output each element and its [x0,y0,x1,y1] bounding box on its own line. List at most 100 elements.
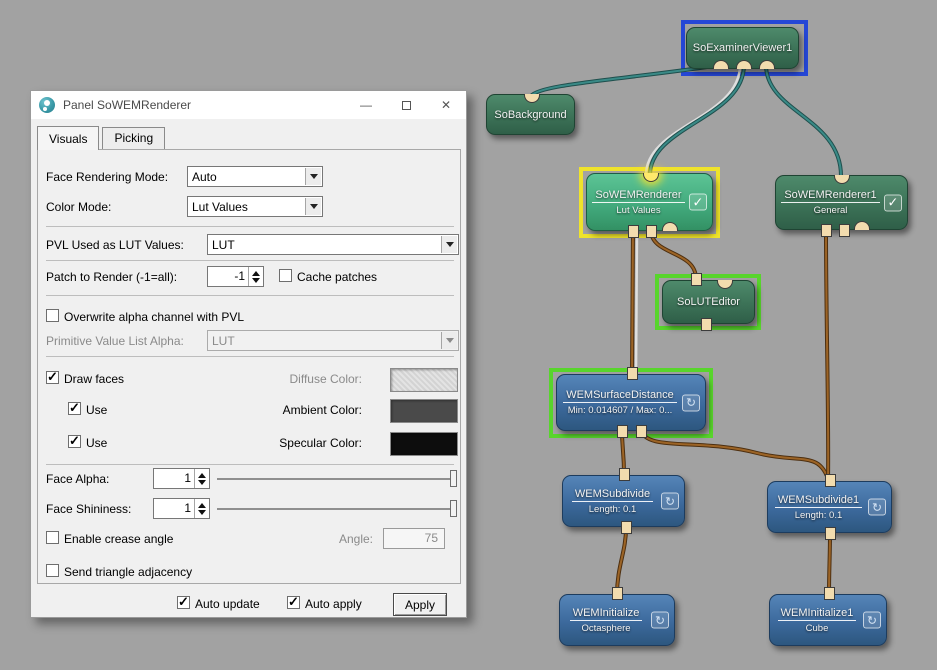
face-rendering-mode-label: Face Rendering Mode: [46,170,168,184]
ambient-color-label: Ambient Color: [218,403,362,417]
step-down-icon [198,510,206,519]
wire-weminitialize-wemsubdivide[interactable] [617,528,626,595]
face-rendering-mode-select[interactable]: Auto [187,166,323,187]
input-connector[interactable] [636,425,647,438]
separator [46,295,454,296]
input-connector[interactable] [736,60,752,69]
tab-picking[interactable]: Picking [102,127,165,149]
input-connector[interactable] [839,224,850,237]
stepper-buttons[interactable] [194,469,209,488]
draw-faces-checkbox[interactable] [46,371,59,384]
chevron-down-icon[interactable] [305,198,321,215]
input-connector[interactable] [662,222,678,231]
output-connector[interactable] [834,175,850,184]
overwrite-alpha-checkbox[interactable] [46,309,59,322]
step-down-icon [198,480,206,489]
input-connector[interactable] [821,224,832,237]
use-specular-checkbox[interactable] [68,435,81,448]
node-wemsurfacedistance[interactable]: WEMSurfaceDistance Min: 0.014607 / Max: … [556,374,706,431]
use-ambient-checkbox[interactable] [68,402,81,415]
draw-faces-label: Draw faces [64,372,124,386]
refresh-icon[interactable] [868,499,886,516]
output-connector[interactable] [824,587,835,600]
patch-to-render-value: -1 [208,267,248,286]
node-title: WEMInitialize1 [778,607,857,621]
auto-update-label: Auto update [195,597,260,611]
pvl-lut-select[interactable]: LUT [207,234,459,255]
node-sowemrenderer1[interactable]: SoWEMRenderer1 General [775,175,908,230]
color-mode-select[interactable]: Lut Values [187,196,323,217]
refresh-icon[interactable] [661,493,679,510]
step-up-icon [198,499,206,508]
separator [46,226,454,227]
face-alpha-slider[interactable] [217,468,457,489]
node-wemsubdivide[interactable]: WEMSubdivide Length: 0.1 [562,475,685,527]
node-weminitialize[interactable]: WEMInitialize Octasphere [559,594,675,646]
node-soluteditor[interactable]: SoLUTEditor [662,280,755,324]
node-enable-checkbox-icon[interactable] [884,194,902,211]
output-connector[interactable] [524,94,540,103]
face-shininess-slider[interactable] [217,498,457,519]
enable-crease-angle-checkbox[interactable] [46,531,59,544]
wire-sowemrenderer1-viewer[interactable] [766,65,841,176]
refresh-icon[interactable] [682,394,700,411]
apply-button[interactable]: Apply [393,593,447,616]
input-connector[interactable] [617,425,628,438]
wire-sobackground-viewer[interactable] [531,65,721,96]
input-connector[interactable] [854,221,870,230]
slider-groove [217,478,457,480]
refresh-icon[interactable] [863,612,881,629]
stepper-buttons[interactable] [194,499,209,518]
input-connector[interactable] [825,527,836,540]
panel-window: Panel SoWEMRenderer — ✕ Visuals Picking … [30,90,467,618]
auto-apply-checkbox[interactable] [287,596,300,609]
node-sobackground[interactable]: SoBackground [486,94,575,135]
output-connector[interactable] [691,273,702,286]
input-connector[interactable] [646,225,657,238]
face-rendering-mode-value: Auto [192,170,217,184]
separator [46,464,454,465]
maximize-button[interactable] [386,91,426,119]
refresh-icon[interactable] [651,612,669,629]
auto-update-checkbox[interactable] [177,596,190,609]
node-wemsubdivide1[interactable]: WEMSubdivide1 Length: 0.1 [767,481,892,533]
slider-handle[interactable] [450,470,457,487]
node-subtitle: Length: 0.1 [572,504,653,515]
window-titlebar[interactable]: Panel SoWEMRenderer — ✕ [31,91,466,119]
face-alpha-stepper[interactable]: 1 [153,468,210,489]
node-enable-checkbox-icon[interactable] [689,194,707,211]
node-weminitialize1[interactable]: WEMInitialize1 Cube [769,594,887,646]
send-triangle-adjacency-checkbox[interactable] [46,564,59,577]
slider-handle[interactable] [450,500,457,517]
close-button[interactable]: ✕ [426,91,466,119]
face-shininess-stepper[interactable]: 1 [153,498,210,519]
input-connector[interactable] [713,60,729,69]
face-alpha-value: 1 [154,469,194,488]
cache-patches-checkbox[interactable] [279,269,292,282]
chevron-down-icon[interactable] [305,168,321,185]
pvl-alpha-select: LUT [207,330,459,351]
tab-visuals[interactable]: Visuals [37,126,99,150]
wire-wemsurfacedistance-sowemrenderer[interactable] [632,230,633,375]
specular-color-swatch[interactable] [390,432,458,456]
input-connector[interactable] [621,521,632,534]
stepper-buttons[interactable] [248,267,263,286]
input-connector[interactable] [628,225,639,238]
input-connector[interactable] [759,60,775,69]
output-connector[interactable] [612,587,623,600]
output-connector[interactable] [627,367,638,380]
node-subtitle: Cube [778,623,857,634]
input-connector[interactable] [701,318,712,331]
node-sowemrenderer[interactable]: SoWEMRenderer Lut Values [586,173,713,231]
chevron-down-icon [441,332,457,349]
output-connector[interactable] [619,468,630,481]
wire-weminitialize1-wemsubdivide1[interactable] [829,533,830,595]
output-connector[interactable] [717,280,733,289]
chevron-down-icon[interactable] [441,236,457,253]
patch-to-render-stepper[interactable]: -1 [207,266,264,287]
output-connector[interactable] [825,474,836,487]
output-connector[interactable] [643,173,659,182]
ambient-color-swatch[interactable] [390,399,458,423]
minimize-button[interactable]: — [346,91,386,119]
node-soexaminerviewer1[interactable]: SoExaminerViewer1 [686,27,799,69]
